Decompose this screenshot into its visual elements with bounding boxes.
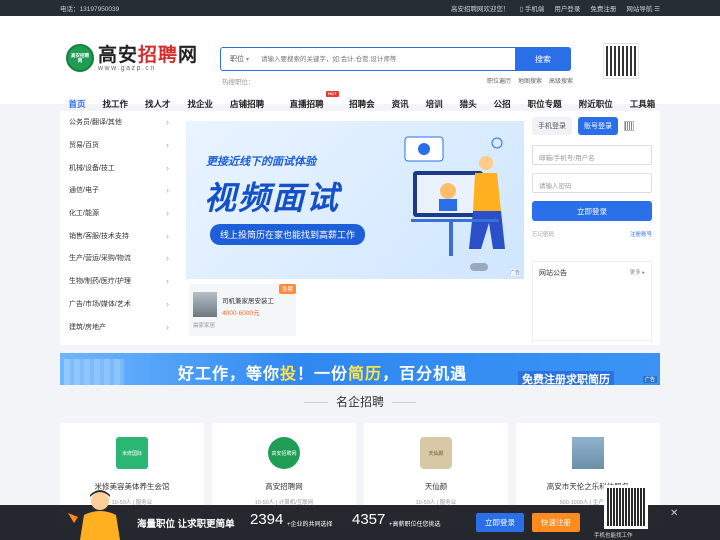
- category-item[interactable]: 建筑/房地产 ›: [60, 315, 178, 338]
- logo-url: www.gazp.cn: [98, 64, 156, 72]
- category-item[interactable]: 广告/市场/媒体/艺术 ›: [60, 293, 178, 316]
- site-logo[interactable]: 高安招聘网 高安招聘网 www.gazp.cn: [66, 44, 198, 72]
- hot-search-label: 热搜职位：: [222, 79, 255, 86]
- chevron-right-icon: ›: [166, 185, 169, 196]
- category-item[interactable]: 贸易/百货 ›: [60, 134, 178, 157]
- section-title: 名企招聘: [0, 393, 720, 410]
- category-item[interactable]: 公务员/翻译/其他 ›: [60, 111, 178, 134]
- banner-title: 视频面试: [204, 180, 341, 216]
- strip-slogan: 好工作，等你投！一份简历，百分机遇: [178, 366, 468, 383]
- company-count: 2394: [250, 511, 284, 528]
- search-type-select[interactable]: 职位 ▾: [221, 54, 261, 64]
- job-company: 晨家家居: [193, 323, 216, 329]
- company-count-label: +企业的共同选择: [287, 522, 333, 528]
- banner-tagline: 线上投简历在家也能找到高薪工作: [210, 224, 366, 245]
- carousel-indicator[interactable]: [470, 263, 488, 271]
- notice-box: 网站公告 更多 ▸: [532, 261, 652, 341]
- ad-label: 广告: [642, 376, 657, 383]
- link-job-browse[interactable]: 职位遍历: [487, 76, 511, 85]
- chevron-right-icon: ›: [166, 162, 169, 173]
- category-item[interactable]: 生产/营运/采购/物流 ›: [60, 247, 178, 270]
- logo-badge-text: 高安招聘网: [71, 53, 89, 63]
- logo-name: 高安招聘网: [98, 43, 199, 66]
- user-login-link[interactable]: 用户登录: [554, 3, 580, 13]
- promo-banner[interactable]: 更接近线下的面试体验 视频面试 线上投简历在家也能找到高薪工作 广告: [186, 121, 524, 279]
- chevron-right-icon: ›: [166, 230, 169, 241]
- ad-label: 广告: [509, 269, 520, 276]
- job-count-label: +高薪职位任您挑选: [389, 522, 441, 528]
- forgot-password-link[interactable]: 忘记密码: [532, 230, 554, 238]
- job-title: 司机兼家居安装工: [222, 298, 274, 305]
- free-register-link[interactable]: 免费注册: [590, 3, 616, 13]
- category-list: 公务员/翻译/其他 › 贸易/百货 › 机械/设备/技工 › 通信/电子 › 化工/能源…: [60, 111, 178, 338]
- qr-login-icon[interactable]: [624, 121, 634, 131]
- qr-code-image: [603, 43, 639, 79]
- notice-more-link[interactable]: 更多 ▸: [630, 268, 645, 278]
- tab-account-login[interactable]: 账号登录: [578, 117, 618, 135]
- chevron-right-icon: ›: [166, 117, 169, 128]
- top-bar: 电话：13197950039 高安招聘网欢迎您！ ▯ 手机端 用户登录 免费注册…: [0, 0, 720, 16]
- company-name: 高安招聘网: [265, 482, 303, 491]
- login-panel: 手机登录 账号登录 邮箱/手机号/用户名 请输入密码 立即登录 忘记密码 注册账…: [532, 117, 652, 238]
- company-name: 天仙颜: [424, 482, 448, 491]
- category-item[interactable]: 化工/能源 ›: [60, 202, 178, 225]
- chevron-right-icon: ›: [166, 321, 169, 332]
- job-count: 4357: [352, 511, 386, 528]
- username-field[interactable]: 邮箱/手机号/用户名: [532, 145, 652, 165]
- category-item[interactable]: 机械/设备/技工 ›: [60, 156, 178, 179]
- site-nav-link[interactable]: 网站导航 ☰: [626, 3, 660, 13]
- logo-badge: 高安招聘网: [66, 44, 94, 72]
- chevron-right-icon: ›: [166, 253, 169, 264]
- featured-job-card[interactable]: 急聘 司机兼家居安装工 4000-6000元 晨家家居: [189, 284, 296, 336]
- phone-number: 电话：13197950039: [60, 6, 120, 13]
- company-logo: 天仙颜: [420, 437, 452, 469]
- company-logo: [572, 437, 604, 469]
- strip-register-text: 免费注册求职简历: [518, 371, 614, 385]
- chevron-right-icon: ›: [166, 276, 169, 287]
- quick-search-links: 职位遍历 地图搜索 高级搜索: [487, 76, 573, 85]
- qr-label: 手机也能找工作: [594, 533, 633, 539]
- job-image: [193, 292, 217, 317]
- close-icon[interactable]: ✕: [670, 508, 678, 519]
- city-buildings-image: [64, 359, 124, 385]
- login-button[interactable]: 立即登录: [532, 201, 652, 221]
- main-panel: 公务员/翻译/其他 › 贸易/百货 › 机械/设备/技工 › 通信/电子 › 化工/能源…: [60, 111, 660, 345]
- category-item[interactable]: 生物/制药/医疗/护理 ›: [60, 270, 178, 293]
- mascot-illustration: [68, 490, 120, 540]
- bottom-slogan: 海量职位 让求职更简单: [137, 519, 235, 530]
- company-logo: 高安招聘网: [268, 437, 300, 469]
- tab-phone-login[interactable]: 手机登录: [532, 117, 572, 135]
- job-salary: 4000-6000元: [222, 310, 260, 317]
- quick-register-button[interactable]: 快速注册: [532, 513, 580, 532]
- mobile-link[interactable]: ▯ 手机端: [519, 3, 544, 13]
- search-input[interactable]: [261, 49, 515, 69]
- chevron-right-icon: ›: [166, 208, 169, 219]
- notice-title: 网站公告: [539, 270, 567, 277]
- menu-icon: ☰: [654, 6, 660, 13]
- banner-subtitle: 更接近线下的面试体验: [206, 156, 316, 168]
- urgent-badge: 急聘: [278, 284, 296, 294]
- link-map-search[interactable]: 地图搜索: [518, 76, 542, 85]
- chevron-right-icon: ›: [166, 140, 169, 151]
- register-account-link[interactable]: 注册账号: [630, 230, 652, 238]
- video-interview-illustration: [404, 136, 505, 256]
- login-now-button[interactable]: 立即登录: [476, 513, 524, 532]
- search-button[interactable]: 搜索: [515, 47, 571, 71]
- triangle-right-icon: ▸: [642, 270, 645, 276]
- bottom-qr-code: [604, 485, 648, 529]
- bottom-float-bar: 海量职位 让求职更简单 2394 +企业的共同选择 4357 +高薪职位任您挑选…: [0, 485, 720, 540]
- chevron-down-icon: ▾: [245, 57, 249, 63]
- category-item[interactable]: 销售/客服/技术支持 ›: [60, 224, 178, 247]
- company-logo: 米修国际: [116, 437, 148, 469]
- password-field[interactable]: 请输入密码: [532, 173, 652, 193]
- chevron-right-icon: ›: [166, 298, 169, 309]
- category-item[interactable]: 通信/电子 ›: [60, 179, 178, 202]
- hot-badge: HOT: [326, 91, 339, 97]
- search-bar: 职位 ▾ 搜索: [220, 47, 571, 71]
- ad-strip[interactable]: 好工作，等你投！一份简历，百分机遇 免费注册求职简历 广告: [60, 353, 660, 385]
- welcome-text: 高安招聘网欢迎您！: [450, 6, 510, 13]
- link-advanced-search[interactable]: 高级搜索: [549, 76, 573, 85]
- header: 高安招聘网 高安招聘网 www.gazp.cn 职位 ▾ 搜索 热搜职位： 职位…: [0, 16, 720, 114]
